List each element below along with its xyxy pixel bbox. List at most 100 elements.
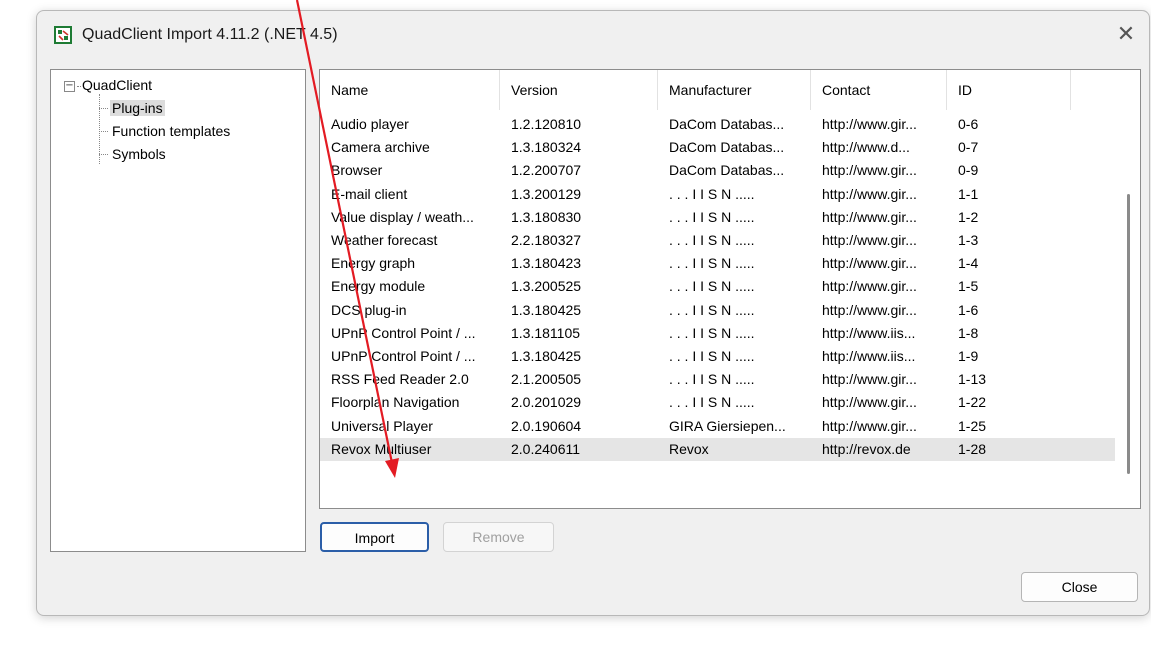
cell-contact: http://www.iis... <box>822 324 916 341</box>
table-row[interactable]: Value display / weath... 1.3.180830 . . . … <box>320 206 1115 229</box>
column-header-version[interactable]: Version <box>500 70 658 110</box>
cell-contact: http://www.gir... <box>822 301 917 318</box>
cell-id: 1-25 <box>958 417 987 434</box>
cell-id: 1-22 <box>958 394 987 411</box>
cell-contact: http://www.gir... <box>822 394 917 411</box>
tree-item-label: Plug-ins <box>110 100 165 116</box>
tree-root-label: QuadClient <box>82 77 153 93</box>
tree-item-label: Symbols <box>112 146 166 162</box>
tree-item-function-templates[interactable]: Function templates <box>99 123 232 139</box>
cell-id: 1-3 <box>958 232 979 248</box>
column-header-name[interactable]: Name <box>320 70 500 110</box>
close-button[interactable]: Close <box>1021 572 1138 602</box>
category-tree: − QuadClient Plug-ins Function templates … <box>50 69 306 552</box>
window-close-icon[interactable]: ✕ <box>1103 11 1149 57</box>
cell-manufacturer: . . . I I S N ..... <box>669 255 755 272</box>
cell-name: UPnP Control Point / ... <box>331 324 476 341</box>
cell-manufacturer: . . . I I S N ..... <box>669 208 755 225</box>
cell-version: 1.3.180425 <box>511 348 582 364</box>
cell-contact: http://www.d... <box>822 139 910 156</box>
column-header-contact[interactable]: Contact <box>811 70 947 110</box>
cell-id: 1-5 <box>958 278 979 295</box>
cell-name: Camera archive <box>331 139 430 156</box>
cell-name: Energy module <box>331 278 426 295</box>
cell-manufacturer: . . . I I S N ..... <box>669 278 755 295</box>
cell-version: 2.0.201029 <box>511 394 582 411</box>
window-title: QuadClient Import 4.11.2 (.NET 4.5) <box>82 26 338 43</box>
cell-contact: http://www.gir... <box>822 116 917 132</box>
cell-name: Value display / weath... <box>331 208 474 225</box>
cell-manufacturer: . . . I I S N ..... <box>669 348 755 364</box>
cell-contact: http://www.gir... <box>822 371 917 388</box>
table-row[interactable]: Floorplan Navigation 2.0.201029 . . . I I … <box>320 391 1115 414</box>
tree-item-plug-ins[interactable]: Plug-ins <box>99 100 165 116</box>
table-row[interactable]: Camera archive 1.3.180324 DaCom Databas...… <box>320 136 1115 159</box>
cell-manufacturer: GIRA Giersiepen... <box>669 417 786 434</box>
table-row[interactable]: RSS Feed Reader 2.0 2.1.200505 . . . I I S… <box>320 368 1115 391</box>
cell-id: 1-13 <box>958 371 987 388</box>
cell-id: 0-9 <box>958 162 979 179</box>
cell-version: 1.3.180423 <box>511 255 582 272</box>
cell-contact: http://www.gir... <box>822 417 917 434</box>
cell-contact: http://www.gir... <box>822 162 917 179</box>
cell-id: 1-9 <box>958 348 979 364</box>
column-header-manufacturer[interactable]: Manufacturer <box>658 70 811 110</box>
table-row[interactable]: Browser 1.2.200707 DaCom Databas... http://… <box>320 159 1115 182</box>
cell-name: DCS plug-in <box>331 301 407 318</box>
cell-id: 0-6 <box>958 116 979 132</box>
cell-contact: http://www.iis... <box>822 348 916 364</box>
table-row[interactable]: Energy graph 1.3.180423 . . . I I S N ....… <box>320 252 1115 275</box>
cell-version: 1.3.180425 <box>511 301 582 318</box>
cell-id: 1-2 <box>958 208 979 225</box>
cell-manufacturer: . . . I I S N ..... <box>669 371 755 388</box>
cell-contact: http://revox.de <box>822 440 911 457</box>
vertical-scrollbar-thumb[interactable] <box>1127 194 1130 474</box>
cell-version: 2.2.180327 <box>511 232 582 248</box>
cell-name: Weather forecast <box>331 232 438 248</box>
cell-version: 1.3.200525 <box>511 278 582 295</box>
cell-name: Browser <box>331 162 383 179</box>
cell-manufacturer: DaCom Databas... <box>669 162 785 179</box>
cell-name: Energy graph <box>331 255 416 272</box>
remove-button[interactable]: Remove <box>443 522 554 552</box>
table-row[interactable]: Universal Player 2.0.190604 GIRA Giersiepe… <box>320 415 1115 438</box>
table-row[interactable]: Energy module 1.3.200525 . . . I I S N ...… <box>320 275 1115 298</box>
tree-item-symbols[interactable]: Symbols <box>99 146 168 162</box>
cell-version: 1.3.180324 <box>511 139 582 156</box>
cell-name: RSS Feed Reader 2.0 <box>331 371 469 388</box>
cell-id: 1-6 <box>958 301 979 318</box>
table-row[interactable]: E-mail client 1.3.200129 . . . I I S N ...… <box>320 183 1115 206</box>
column-header-id[interactable]: ID <box>947 70 1071 110</box>
table-row[interactable]: Audio player 1.2.120810 DaCom Databas... ht… <box>320 113 1115 136</box>
cell-contact: http://www.gir... <box>822 208 917 225</box>
tree-collapse-icon[interactable]: − <box>64 80 75 92</box>
cell-name: E-mail client <box>331 185 408 202</box>
cell-manufacturer: . . . I I S N ..... <box>669 301 755 318</box>
cell-version: 2.0.190604 <box>511 417 582 434</box>
table-row[interactable]: UPnP Control Point / ... 1.3.181105 . . . … <box>320 322 1115 345</box>
quadclient-app-icon <box>54 26 72 44</box>
cell-name: Audio player <box>331 116 409 132</box>
cell-id: 1-8 <box>958 324 979 341</box>
table-row[interactable]: UPnP Control Point / ... 1.3.180425 . . . … <box>320 345 1115 368</box>
import-button[interactable]: Import <box>320 522 429 552</box>
table-row[interactable]: DCS plug-in 1.3.180425 . . . I I S N .....… <box>320 299 1115 322</box>
cell-manufacturer: . . . I I S N ..... <box>669 394 755 411</box>
table-row[interactable]: Revox Multiuser 2.0.240611 Revox http://rev… <box>320 437 1115 461</box>
cell-manufacturer: Revox <box>669 440 709 457</box>
plugin-list: Name Version Manufacturer Contact ID ^ A… <box>319 69 1141 509</box>
table-row[interactable]: Weather forecast 2.2.180327 . . . I I S N … <box>320 229 1115 252</box>
cell-id: 1-4 <box>958 255 979 272</box>
cell-version: 1.3.200129 <box>511 185 582 202</box>
cell-manufacturer: DaCom Databas... <box>669 116 785 132</box>
tree-root-node[interactable]: − QuadClient <box>64 77 152 93</box>
cell-contact: http://www.gir... <box>822 255 917 272</box>
cell-version: 1.2.200707 <box>511 162 582 179</box>
plugin-list-header: Name Version Manufacturer Contact ID ^ <box>320 70 1140 110</box>
cell-name: Universal Player <box>331 417 433 434</box>
cell-version: 1.3.180830 <box>511 208 582 225</box>
cell-contact: http://www.gir... <box>822 278 917 295</box>
cell-manufacturer: . . . I I S N ..... <box>669 185 755 202</box>
cell-name: UPnP Control Point / ... <box>331 348 476 364</box>
cell-manufacturer: . . . I I S N ..... <box>669 232 755 248</box>
